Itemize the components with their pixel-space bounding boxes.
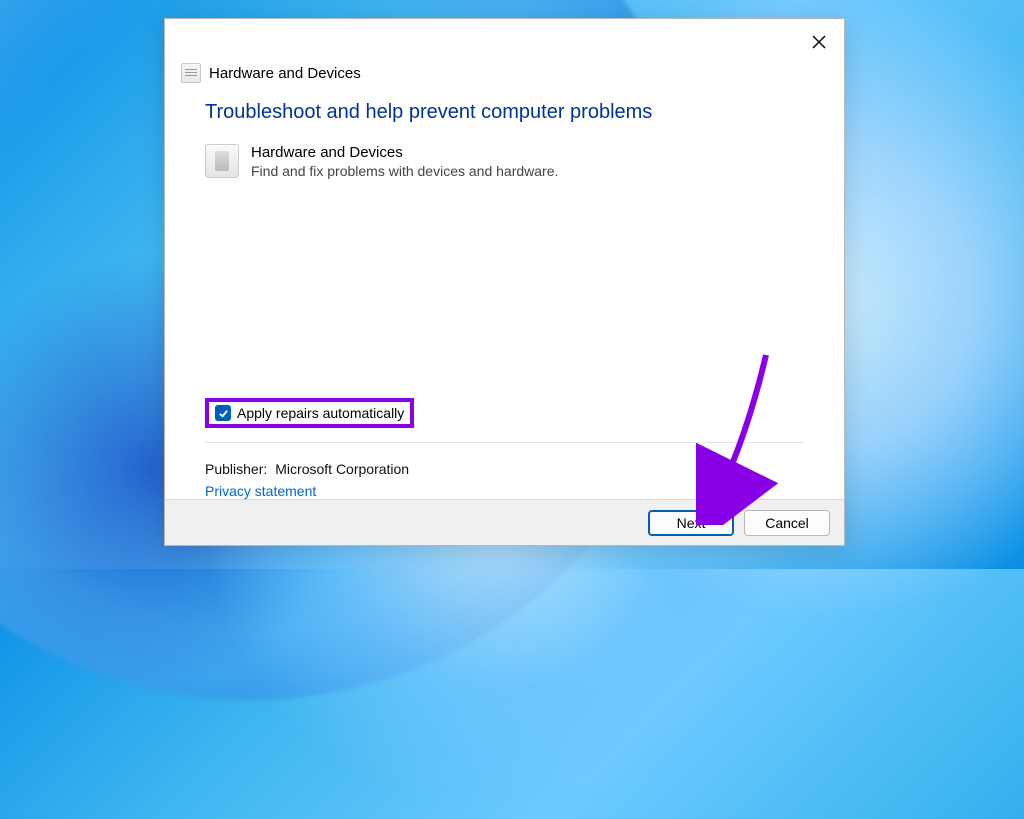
cancel-button[interactable]: Cancel	[744, 510, 830, 536]
close-icon	[812, 35, 826, 49]
publisher-row: Publisher: Microsoft Corporation	[205, 461, 804, 477]
button-bar: Next Cancel	[165, 499, 844, 545]
next-button[interactable]: Next	[648, 510, 734, 536]
publisher-value: Microsoft Corporation	[275, 461, 409, 477]
close-button[interactable]	[804, 27, 834, 57]
troubleshooter-description: Find and fix problems with devices and h…	[251, 163, 558, 179]
publisher-label: Publisher:	[205, 461, 267, 477]
main-heading: Troubleshoot and help prevent computer p…	[205, 101, 804, 124]
apply-repairs-checkbox[interactable]	[215, 405, 231, 421]
troubleshooter-item: Hardware and Devices Find and fix proble…	[205, 144, 804, 179]
hardware-devices-icon	[181, 63, 201, 83]
dialog-header: Hardware and Devices	[165, 19, 844, 83]
troubleshooter-title: Hardware and Devices	[251, 144, 558, 161]
header-title: Hardware and Devices	[209, 65, 361, 82]
checkmark-icon	[218, 408, 229, 419]
troubleshooter-dialog: Hardware and Devices Troubleshoot and he…	[164, 18, 845, 546]
options-area: Apply repairs automatically	[205, 398, 804, 443]
apply-repairs-row[interactable]: Apply repairs automatically	[205, 398, 414, 428]
device-icon	[205, 144, 239, 178]
privacy-statement-link[interactable]: Privacy statement	[205, 483, 804, 499]
apply-repairs-label: Apply repairs automatically	[237, 405, 404, 421]
dialog-content: Troubleshoot and help prevent computer p…	[165, 83, 844, 499]
